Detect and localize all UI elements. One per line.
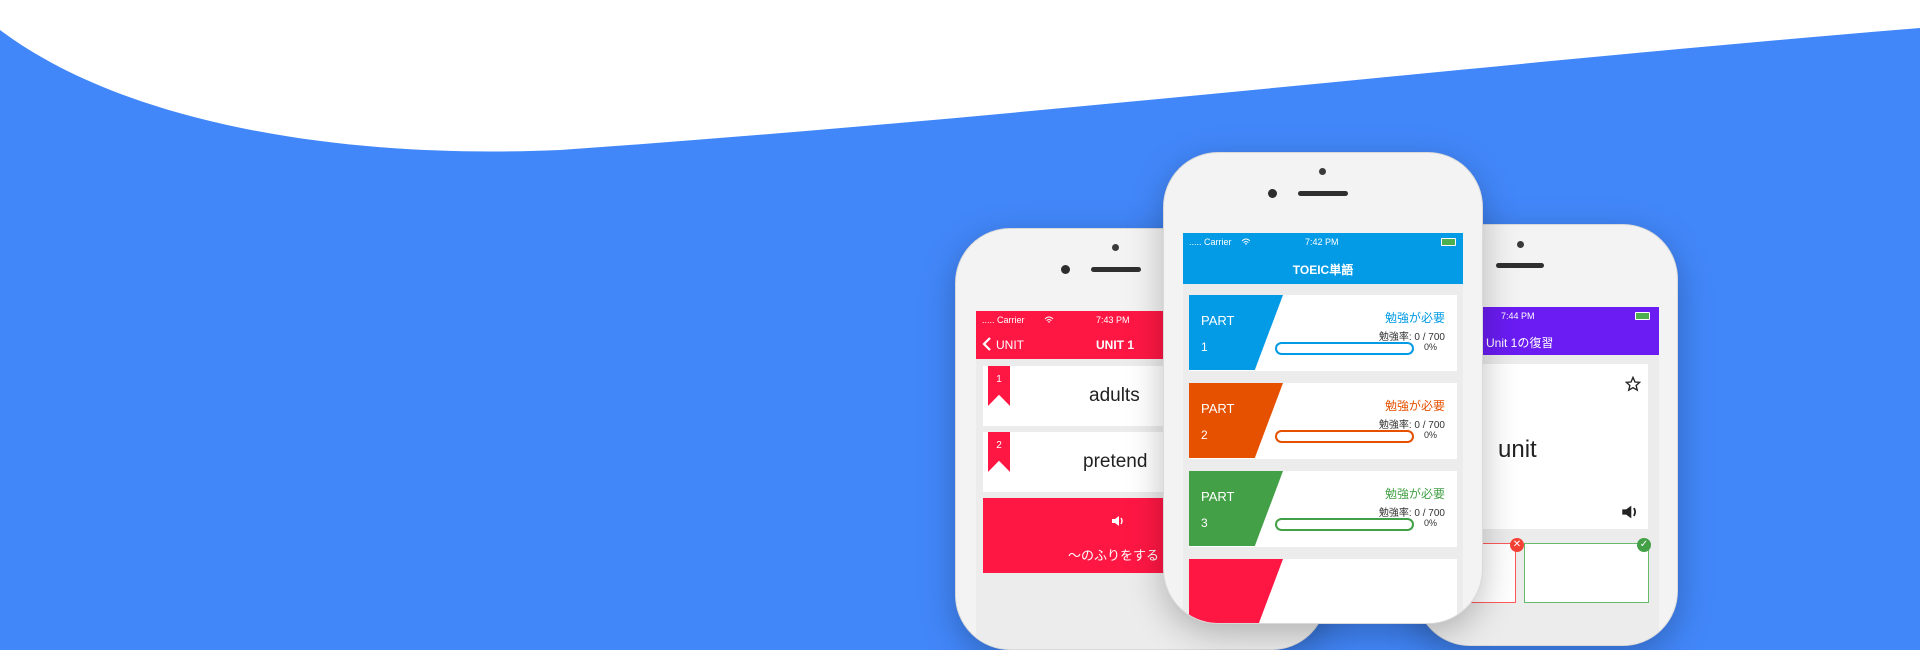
rate-label: 勉強率: 0 / 700: [1378, 420, 1445, 431]
part-tab: PART 2: [1189, 383, 1283, 458]
center-phone-speaker: [1298, 191, 1348, 196]
speaker-icon[interactable]: [1111, 515, 1125, 527]
part-card[interactable]: PART 2 勉強が必要 勉強率: 0 / 700 0%: [1189, 383, 1457, 459]
rate-label: 勉強率: 0 / 700: [1378, 508, 1445, 519]
left-phone-camera: [1061, 265, 1070, 274]
status-label: 勉強が必要: [1384, 487, 1445, 501]
center-phone-camera: [1268, 189, 1277, 198]
back-button[interactable]: UNIT: [996, 338, 1024, 352]
star-icon[interactable]: [1625, 376, 1641, 392]
left-phone-speaker: [1091, 267, 1141, 272]
speaker-icon[interactable]: [1621, 504, 1639, 520]
percent-label: 0%: [1424, 430, 1438, 440]
meaning-text: 〜のふりをする: [1068, 548, 1160, 563]
right-phone-sensor: [1517, 241, 1524, 248]
status-label: 勉強が必要: [1384, 311, 1445, 325]
part-card[interactable]: PART 3 勉強が必要 勉強率: 0 / 700 0%: [1189, 471, 1457, 547]
percent-label: 0%: [1424, 518, 1438, 528]
part-tab: PART 3: [1189, 471, 1283, 546]
chevron-left-icon[interactable]: [982, 337, 992, 351]
nav-bar: TOEIC単語: [1183, 251, 1463, 284]
progress-bar: [1275, 342, 1414, 355]
status-time: 7:44 PM: [1501, 311, 1535, 321]
progress-bar: [1275, 518, 1414, 531]
white-wave-background: [0, 0, 1920, 152]
part-card[interactable]: PART 1 勉強が必要 勉強率: 0 / 700 0%: [1189, 295, 1457, 371]
right-phone-speaker: [1496, 263, 1544, 268]
progress-bar: [1275, 430, 1414, 443]
carrier-label: ..... Carrier: [1189, 237, 1232, 247]
center-phone-screen: ..... Carrier 7:42 PM TOEIC単語 PART 1 勉強が…: [1183, 233, 1463, 623]
card-word: unit: [1498, 436, 1537, 463]
carrier-label: ..... Carrier: [982, 315, 1025, 325]
page-title: Unit 1の復習: [1486, 336, 1554, 350]
wifi-icon: [1241, 238, 1251, 245]
word-text: pretend: [1083, 451, 1148, 472]
battery-icon: [1635, 312, 1650, 320]
status-time: 7:42 PM: [1305, 237, 1339, 247]
bookmark-icon: 1: [988, 366, 1010, 406]
page-title: TOEIC単語: [1292, 263, 1354, 277]
part-tab: PART 1: [1189, 295, 1283, 370]
percent-label: 0%: [1424, 342, 1438, 352]
cross-icon: ✕: [1510, 538, 1524, 552]
bookmark-icon: 2: [988, 432, 1010, 472]
rate-label: 勉強率: 0 / 700: [1378, 332, 1445, 343]
status-time: 7:43 PM: [1096, 315, 1130, 325]
left-phone-sensor: [1112, 244, 1119, 251]
correct-answer-box[interactable]: [1524, 543, 1649, 603]
part-tab: [1189, 559, 1283, 623]
status-bar: ..... Carrier 7:42 PM: [1183, 233, 1463, 251]
word-text: adults: [1089, 385, 1140, 406]
battery-icon: [1441, 238, 1456, 246]
check-icon: ✓: [1637, 538, 1651, 552]
part-card[interactable]: [1189, 559, 1457, 623]
center-phone-sensor: [1319, 168, 1326, 175]
page-title: UNIT 1: [1096, 338, 1135, 352]
center-phone: ..... Carrier 7:42 PM TOEIC単語 PART 1 勉強が…: [1163, 152, 1483, 624]
wifi-icon: [1044, 316, 1054, 323]
status-label: 勉強が必要: [1384, 399, 1445, 413]
